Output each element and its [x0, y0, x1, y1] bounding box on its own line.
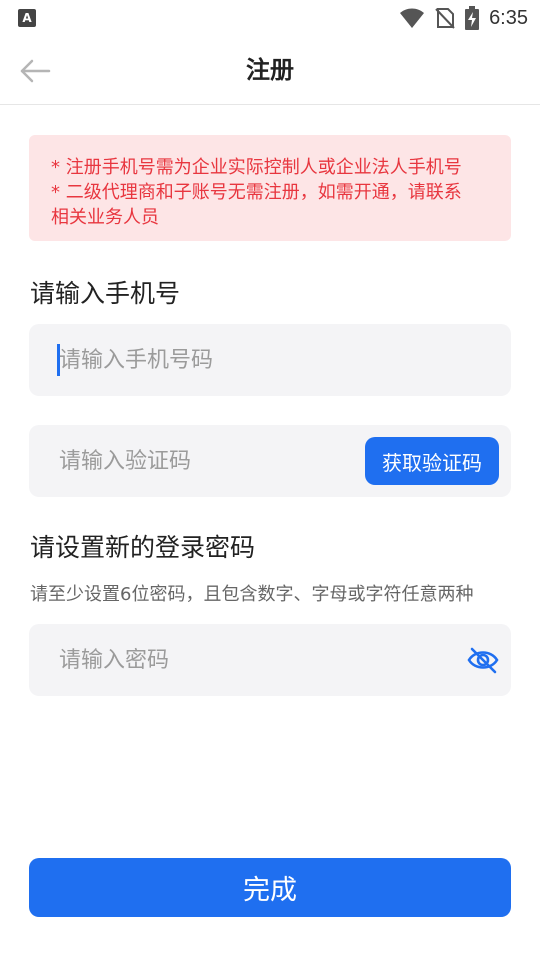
verification-code-field: 获取验证码 — [29, 425, 511, 497]
submit-button[interactable]: 完成 — [29, 858, 511, 917]
status-time: 6:35 — [489, 6, 528, 29]
password-input[interactable] — [59, 624, 359, 696]
app-notification-icon: A — [18, 9, 36, 27]
eye-off-icon[interactable] — [465, 642, 501, 678]
verification-code-input[interactable] — [59, 425, 359, 497]
password-field — [29, 624, 511, 696]
no-sim-icon — [435, 8, 455, 29]
phone-section-title: 请输入手机号 — [30, 279, 181, 308]
nav-bar: 注册 — [0, 36, 540, 105]
battery-charging-icon — [465, 6, 480, 30]
password-hint: 请至少设置6位密码，且包含数字、字母或字符任意两种 — [30, 584, 474, 605]
notice-line: 相关业务人员 — [51, 207, 159, 228]
wifi-icon — [400, 8, 425, 28]
phone-field — [29, 324, 511, 396]
registration-notice: * 注册手机号需为企业实际控制人或企业法人手机号 * 二级代理商和子账号无需注册… — [29, 135, 511, 241]
page-title: 注册 — [246, 56, 294, 84]
status-icons: 6:35 — [399, 6, 528, 30]
get-code-button[interactable]: 获取验证码 — [365, 437, 499, 485]
arrow-left-icon[interactable] — [18, 54, 52, 88]
notice-line: * 二级代理商和子账号无需注册，如需开通，请联系 — [51, 182, 462, 203]
notice-line: * 注册手机号需为企业实际控制人或企业法人手机号 — [51, 157, 462, 178]
status-bar: A 6:35 — [0, 0, 540, 36]
phone-input[interactable] — [59, 324, 359, 396]
password-section-title: 请设置新的登录密码 — [30, 533, 256, 562]
